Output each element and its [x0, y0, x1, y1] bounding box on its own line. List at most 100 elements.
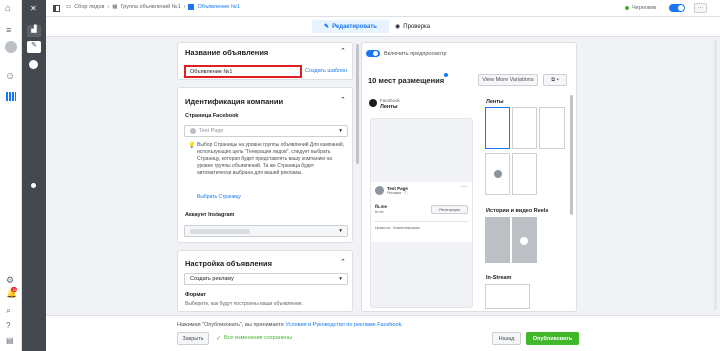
status-toggle-knob [678, 5, 684, 11]
status-dot [625, 6, 629, 10]
placements-count: 10 мест размещения [368, 76, 445, 85]
placement-mock-icon [520, 237, 528, 245]
dropdown-arrow-icon: ▾ [339, 128, 342, 134]
placement-thumb-reels[interactable] [512, 217, 537, 263]
breadcrumb-ad[interactable]: Объявление №1 [197, 4, 239, 10]
page-scrollbar[interactable] [714, 40, 717, 310]
post-meta: Реклама · ⓘ [387, 191, 408, 195]
format-label: Формат [185, 292, 207, 298]
placement-thumb-3[interactable] [539, 107, 565, 149]
close-button[interactable]: Закрыть [177, 332, 209, 345]
preview-panel: Включить предпросмотр 10 мест размещения… [361, 42, 577, 312]
placement-mock-icon [494, 170, 502, 178]
instagram-label: Аккаунт Instagram [185, 212, 235, 218]
tab-review-label: Проверка [403, 23, 431, 30]
more-options-button[interactable]: ··· [694, 3, 707, 13]
chevron-up-icon[interactable]: ⌃ [340, 96, 346, 104]
publish-button-label: Опубликовать [532, 335, 573, 342]
chevron-up-icon[interactable]: ⌃ [340, 47, 346, 55]
pencil-icon: ✎ [324, 24, 330, 30]
folder-icon: ▭ [66, 4, 72, 10]
choose-page-link[interactable]: Выбрать Страницу [197, 194, 241, 200]
placement-thumb-stories[interactable] [485, 217, 510, 263]
pencil-icon[interactable]: ✎ [27, 41, 41, 53]
terms-prefix: Нажимая "Опубликовать", вы принимаете [177, 322, 286, 328]
close-icon[interactable]: ✕ [30, 5, 37, 13]
breadcrumb: ▭ Сбор лидов › ▦ Группа объявлений №1 › … [66, 4, 240, 10]
breadcrumb-campaign[interactable]: Сбор лидов [74, 4, 104, 10]
chevron-up-icon[interactable]: ⌃ [340, 258, 346, 266]
ad-name-input[interactable]: Объявление №1 [184, 65, 302, 78]
placement-thumb-instream[interactable] [485, 284, 530, 309]
post-more-icon[interactable]: ··· [461, 184, 467, 190]
placements-scrollbar[interactable] [570, 95, 573, 215]
facebook-logo-icon [369, 99, 377, 107]
breadcrumb-adset[interactable]: Группа объявлений №1 [121, 4, 181, 10]
clock-icon[interactable] [29, 60, 38, 69]
like-action[interactable]: Нравится [375, 226, 390, 230]
terms-text: Нажимая "Опубликовать", вы принимаете Ус… [177, 322, 403, 328]
dropdown-arrow-icon: ▾ [339, 276, 342, 282]
identity-title: Идентификация компании [185, 97, 284, 106]
form-scrollbar[interactable] [356, 44, 359, 164]
placement-thumb-4[interactable] [485, 153, 510, 195]
editor-sidebar: ✕ ▟ ✎ [22, 0, 46, 351]
tab-review[interactable]: ◉ Проверка [395, 20, 445, 33]
footer-bar: Нажимая "Опубликовать", вы принимаете Ус… [46, 315, 720, 351]
chevron-right-icon: › [107, 4, 110, 10]
preview-facebook-label: Facebook [380, 98, 400, 103]
view-more-label: View More Variations [482, 77, 534, 83]
emoji-icon[interactable]: ☺ [5, 72, 15, 82]
bulb-icon: 💡 [188, 143, 196, 149]
menu-icon[interactable]: ≡ [6, 26, 11, 35]
chart-icon[interactable]: ▟ [27, 25, 41, 37]
eye-icon: ◉ [395, 24, 401, 30]
comment-action[interactable]: Комментировать [393, 226, 420, 230]
ad-square-icon [188, 4, 195, 10]
post-avatar [375, 186, 384, 195]
settings-icon[interactable]: ⚙ [6, 276, 14, 285]
share-icon: ⧉ ▾ [551, 76, 559, 83]
toggle-panel-icon[interactable] [53, 5, 60, 12]
page-avatar [190, 128, 196, 134]
signup-cta-button[interactable]: Регистрация [431, 205, 468, 214]
top-bar: ▭ Сбор лидов › ▦ Группа объявлений №1 › … [46, 0, 720, 17]
avatar-icon[interactable] [5, 41, 17, 53]
format-desc: Выберите, как будут построены ваши объяв… [185, 301, 303, 307]
help-icon[interactable]: ? [6, 322, 10, 330]
create-ad-value: Создать рекламу [190, 276, 234, 282]
post-domain: fb.me [375, 204, 388, 209]
mobile-preview-frame: Test Page Реклама · ⓘ ··· fb.me fb.me Ре… [370, 118, 473, 308]
terms-link[interactable]: Условия и Руководство по рекламе Faceboo… [285, 322, 401, 328]
terms-suffix: . [401, 322, 403, 328]
share-preview-button[interactable]: ⧉ ▾ [543, 74, 567, 86]
placement-thumb-5[interactable] [512, 153, 537, 195]
instagram-select[interactable]: ▾ [184, 225, 348, 237]
dropdown-arrow-icon: ▾ [339, 228, 342, 234]
saved-status: Все изменения сохранены [224, 335, 292, 341]
create-template-link[interactable]: Создать шаблон [305, 68, 347, 74]
status-badge: Черновик [632, 5, 657, 11]
preview-toggle-knob [373, 51, 378, 56]
collapse-dot[interactable] [31, 183, 36, 188]
view-more-variations-button[interactable]: View More Variations [478, 74, 538, 86]
global-nav: ⌂ ≡ ☺ ⚙ 🔔 15 ⌕ ? ▤ [0, 0, 22, 351]
page-select[interactable]: Test Page ▾ [184, 125, 348, 137]
placement-thumb-2[interactable] [512, 107, 537, 149]
chevron-right-icon: › [183, 4, 186, 10]
preview-toggle-label: Включить предпросмотр [384, 51, 447, 57]
ad-post-card: Test Page Реклама · ⓘ ··· fb.me fb.me Ре… [371, 182, 472, 242]
report-icon[interactable]: ▤ [6, 337, 14, 345]
create-ad-select[interactable]: Создать рекламу ▾ [184, 273, 348, 285]
back-button[interactable]: Назад [492, 332, 521, 345]
tab-edit[interactable]: ✎ Редактировать [312, 20, 389, 33]
search-icon[interactable]: ⌕ [6, 306, 11, 315]
ad-name-value: Объявление №1 [190, 68, 233, 75]
home-icon[interactable]: ⌂ [5, 4, 11, 14]
signup-cta-label: Регистрация [439, 207, 460, 212]
section-feeds: Ленты [486, 99, 504, 105]
placement-thumb-1[interactable] [485, 107, 510, 149]
mode-bar: ✎ Редактировать ◉ Проверка [46, 17, 720, 37]
publish-button[interactable]: Опубликовать [526, 332, 579, 345]
grid-icon[interactable] [6, 92, 16, 101]
